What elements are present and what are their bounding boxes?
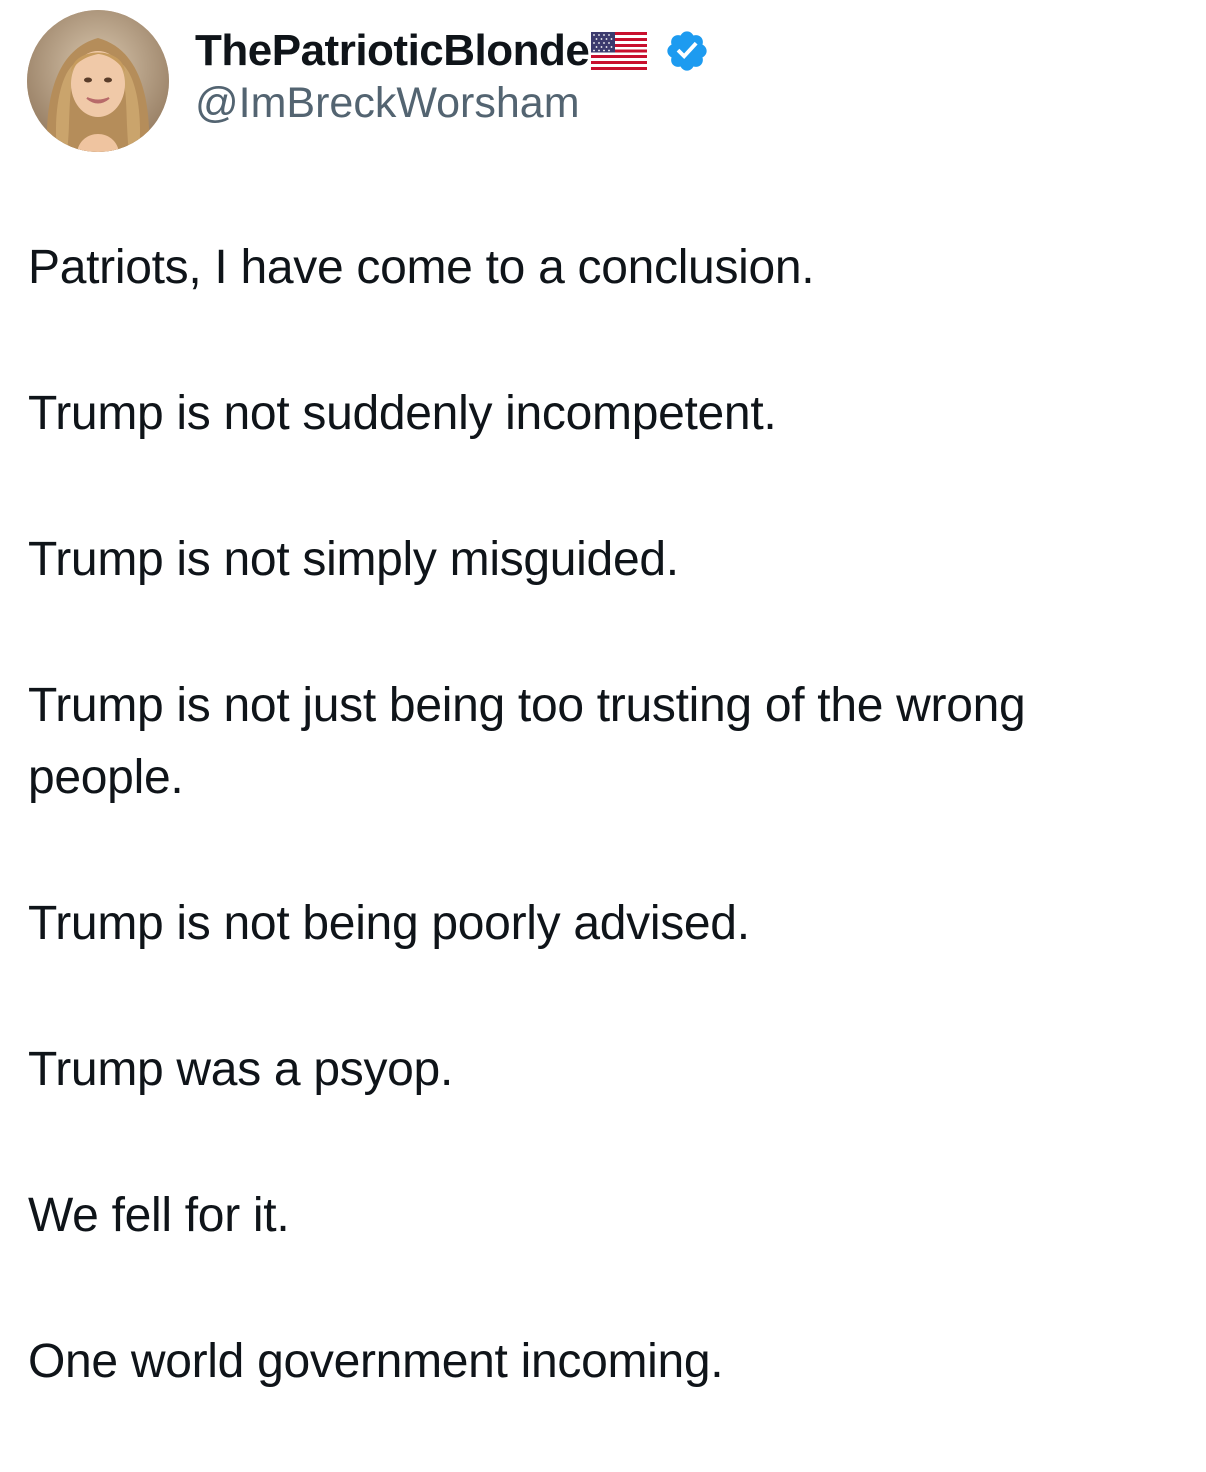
author-handle[interactable]: @ImBreckWorsham xyxy=(195,79,710,128)
us-flag-icon xyxy=(591,32,648,70)
verified-badge-icon[interactable] xyxy=(664,28,710,74)
tweet-text: Patriots, I have come to a conclusion. T… xyxy=(28,232,1178,1472)
tweet-paragraph: We fell for it. xyxy=(28,1189,290,1242)
display-name-row: ThePatrioticBlonde xyxy=(195,23,710,79)
tweet-paragraph: Trump is not just being too trusting of … xyxy=(28,679,1039,804)
author-names: ThePatrioticBlonde @ImBreckWorsham xyxy=(195,23,710,128)
tweet-paragraph: Trump is not suddenly incompetent. xyxy=(28,387,777,440)
avatar[interactable] xyxy=(27,9,169,152)
tweet-paragraph: Trump was a psyop. xyxy=(28,1043,453,1096)
tweet-card: ThePatrioticBlonde @ImBreckWorsham Patri… xyxy=(0,0,1206,1421)
tweet-header: ThePatrioticBlonde @ImBreckWorsham xyxy=(27,8,710,153)
tweet-paragraph: One world government incoming. xyxy=(28,1335,724,1388)
tweet-paragraph: Trump is not simply misguided. xyxy=(28,533,679,586)
tweet-paragraph: Trump is not being poorly advised. xyxy=(28,897,750,950)
tweet-paragraph: Patriots, I have come to a conclusion. xyxy=(28,241,815,294)
display-name[interactable]: ThePatrioticBlonde xyxy=(195,26,590,76)
